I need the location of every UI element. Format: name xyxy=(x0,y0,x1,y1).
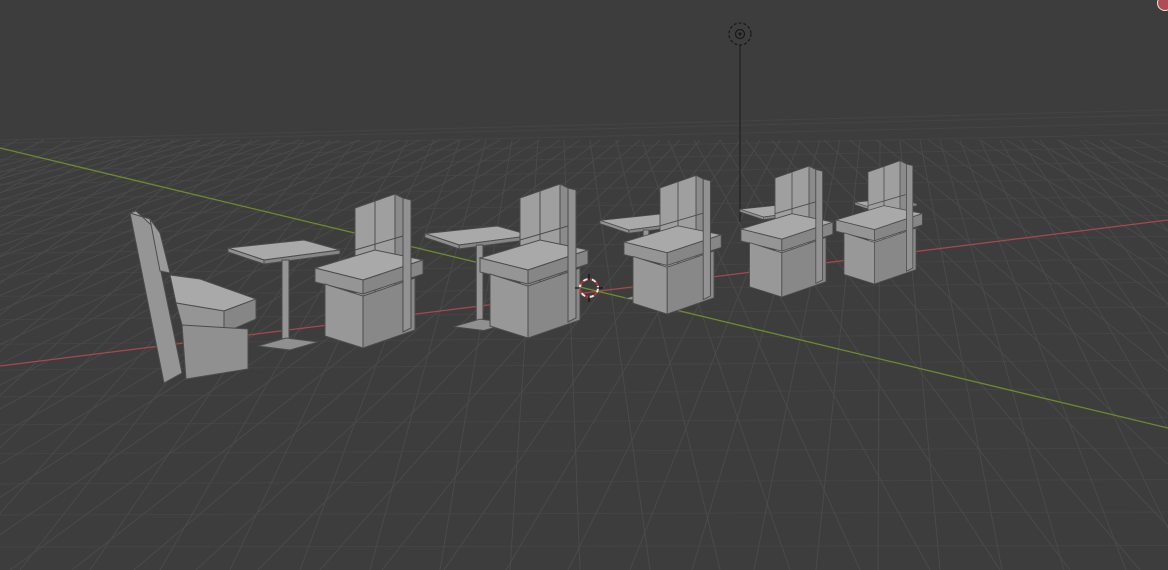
booth-seat[interactable] xyxy=(128,210,258,384)
point-light-icon[interactable] xyxy=(728,22,752,222)
booth-seat[interactable] xyxy=(622,174,723,315)
booth-seat[interactable] xyxy=(313,193,425,349)
viewport-canvas[interactable] xyxy=(0,0,1168,570)
3d-viewport[interactable] xyxy=(0,0,1168,570)
booth-seat[interactable] xyxy=(834,160,924,285)
